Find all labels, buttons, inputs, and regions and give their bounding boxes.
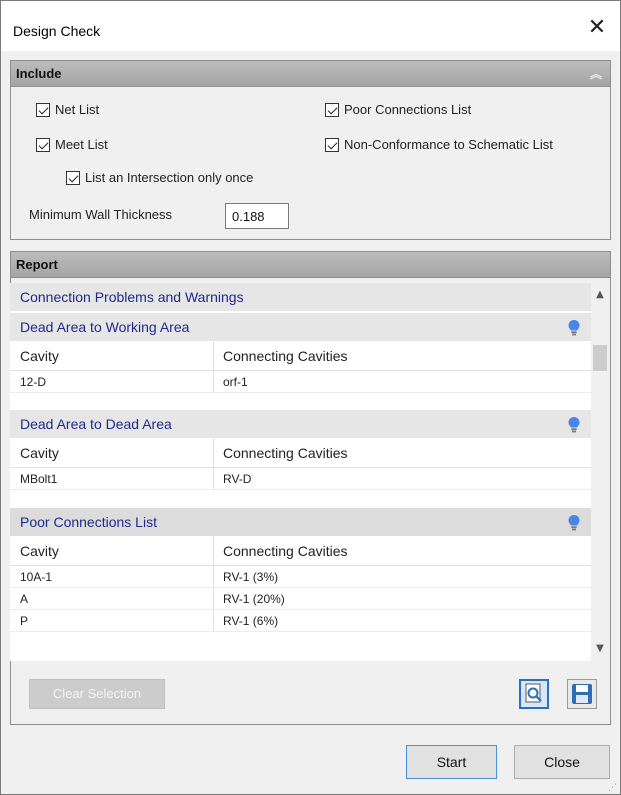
non-conformance-label: Non-Conformance to Schematic List xyxy=(344,137,553,152)
wall-thickness-input[interactable] xyxy=(225,203,289,229)
preview-button[interactable] xyxy=(519,679,549,709)
cell-cavity: P xyxy=(20,614,29,628)
include-header[interactable]: Include ︽ xyxy=(11,61,610,87)
group-title: Dead Area to Working Area xyxy=(20,319,190,335)
checkbox-checked-icon[interactable] xyxy=(325,102,339,117)
group-header[interactable]: Connection Problems and Warnings xyxy=(10,283,591,311)
group-header[interactable]: Dead Area to Working Area xyxy=(10,313,591,341)
start-button[interactable]: Start xyxy=(406,745,497,779)
column-header-connecting: Connecting Cavities xyxy=(223,348,348,364)
include-header-label: Include xyxy=(16,66,62,81)
lightbulb-icon[interactable] xyxy=(567,416,581,434)
window-title: Design Check xyxy=(13,23,101,39)
column-header-cavity: Cavity xyxy=(20,445,59,461)
table-row[interactable]: 12-D orf-1 xyxy=(10,371,591,393)
column-header-connecting: Connecting Cavities xyxy=(223,543,348,559)
scroll-down-icon[interactable]: ▼ xyxy=(591,641,609,657)
save-icon xyxy=(572,684,592,704)
column-header-cavity: Cavity xyxy=(20,543,59,559)
checkbox-checked-icon[interactable] xyxy=(66,170,80,185)
cell-connecting: orf-1 xyxy=(223,375,248,389)
column-header-row: Cavity Connecting Cavities xyxy=(10,438,591,468)
intersection-once-label: List an Intersection only once xyxy=(85,170,254,185)
scrollbar-thumb[interactable] xyxy=(593,345,607,371)
collapse-icon[interactable]: ︽ xyxy=(590,61,602,87)
meet-list-checkbox[interactable]: Meet List xyxy=(36,137,108,152)
intersection-once-checkbox[interactable]: List an Intersection only once xyxy=(66,170,253,185)
cell-cavity: MBolt1 xyxy=(20,472,58,486)
poor-connections-checkbox[interactable]: Poor Connections List xyxy=(325,102,471,117)
non-conformance-checkbox[interactable]: Non-Conformance to Schematic List xyxy=(325,137,553,152)
report-scrollbar[interactable]: ▲ ▼ xyxy=(591,283,609,661)
poor-connections-label: Poor Connections List xyxy=(344,102,472,117)
print-preview-icon xyxy=(525,683,542,703)
cell-cavity: 12-D xyxy=(20,375,47,389)
lightbulb-icon[interactable] xyxy=(567,319,581,337)
checkbox-checked-icon[interactable] xyxy=(36,102,50,117)
group-header[interactable]: Poor Connections List xyxy=(10,508,591,536)
report-list[interactable]: Connection Problems and Warnings Dead Ar… xyxy=(10,283,591,661)
cell-connecting: RV-1 (6%) xyxy=(223,614,279,628)
group-header[interactable]: Dead Area to Dead Area xyxy=(10,410,591,438)
cell-cavity: A xyxy=(20,592,29,606)
net-list-checkbox[interactable]: Net List xyxy=(36,102,99,117)
table-row[interactable]: P RV-1 (6%) xyxy=(10,610,591,632)
report-header: Report xyxy=(11,252,610,278)
column-header-row: Cavity Connecting Cavities xyxy=(10,341,591,371)
table-row[interactable]: A RV-1 (20%) xyxy=(10,588,591,610)
close-button[interactable]: Close xyxy=(514,745,610,779)
column-header-connecting: Connecting Cavities xyxy=(223,445,348,461)
checkbox-checked-icon[interactable] xyxy=(36,137,50,152)
save-button[interactable] xyxy=(567,679,597,709)
cell-cavity: 10A-1 xyxy=(20,570,53,584)
lightbulb-icon[interactable] xyxy=(567,514,581,532)
group-title: Connection Problems and Warnings xyxy=(20,289,244,305)
scroll-up-icon[interactable]: ▲ xyxy=(591,287,609,303)
cell-connecting: RV-1 (3%) xyxy=(223,570,279,584)
wall-thickness-label: Minimum Wall Thickness xyxy=(29,207,173,222)
column-header-row: Cavity Connecting Cavities xyxy=(10,536,591,566)
checkbox-checked-icon[interactable] xyxy=(325,137,339,152)
table-row[interactable]: 10A-1 RV-1 (3%) xyxy=(10,566,591,588)
group-title: Poor Connections List xyxy=(20,514,157,530)
table-row[interactable]: MBolt1 RV-D xyxy=(10,468,591,490)
clear-selection-button[interactable]: Clear Selection xyxy=(29,679,165,709)
group-title: Dead Area to Dead Area xyxy=(20,416,172,432)
report-header-label: Report xyxy=(16,257,58,272)
cell-connecting: RV-1 (20%) xyxy=(223,592,285,606)
title-bar: Design Check ✕ xyxy=(1,1,620,51)
resize-grip-icon[interactable]: ⋰ xyxy=(608,782,618,792)
close-icon[interactable]: ✕ xyxy=(586,17,608,39)
cell-connecting: RV-D xyxy=(223,472,252,486)
meet-list-label: Meet List xyxy=(55,137,108,152)
column-header-cavity: Cavity xyxy=(20,348,59,364)
net-list-label: Net List xyxy=(55,102,100,117)
